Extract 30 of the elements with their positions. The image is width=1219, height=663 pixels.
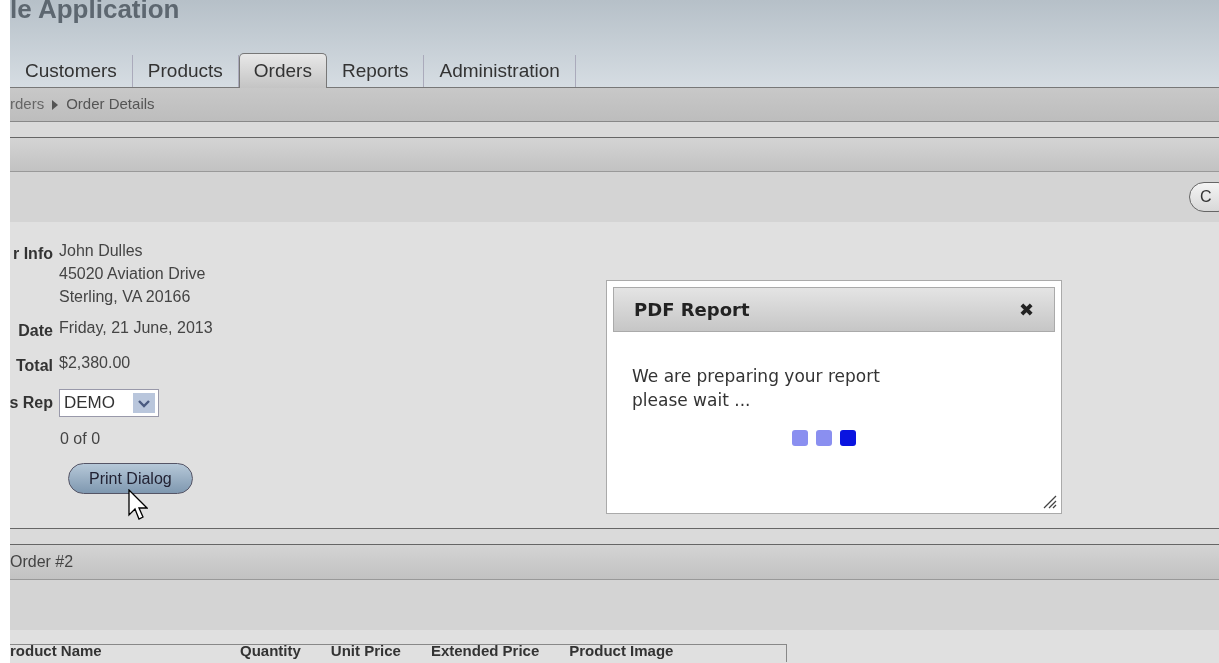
app-title: le Application xyxy=(10,0,180,22)
column-header: Product Image xyxy=(569,640,674,661)
print-dialog-button[interactable]: Print Dialog xyxy=(68,463,193,494)
caret-icon xyxy=(133,393,155,413)
close-button[interactable]: ✖ xyxy=(1019,300,1034,319)
field-label: Total xyxy=(14,356,53,376)
column-header: Extended Price xyxy=(430,640,540,661)
chevron-right-icon xyxy=(52,99,59,110)
column-header: Quantity xyxy=(240,640,301,661)
nav-tab[interactable]: Orders xyxy=(238,53,327,88)
nav-tab[interactable]: Customers xyxy=(10,55,133,87)
column-header: roduct Name xyxy=(10,640,103,661)
toolbar-button[interactable]: C xyxy=(1189,182,1219,212)
field-value: $2,380.00 xyxy=(59,353,131,373)
column-header: Unit Price xyxy=(330,640,401,661)
field-value: Friday, 21 June, 2013 xyxy=(59,318,213,338)
field-value: John Dulles 45020 Aviation Drive Sterling, VA 20166 xyxy=(59,241,206,307)
region-title: Order #2 xyxy=(10,552,74,572)
nav-tab[interactable]: Administration xyxy=(424,55,576,87)
breadcrumb-current: Order Details xyxy=(66,94,155,115)
sales-rep-select[interactable]: DEMO xyxy=(59,389,159,417)
field-label: Date xyxy=(17,321,53,341)
dialog-message: We are preparing your report please wait ... xyxy=(632,365,881,412)
field-label: r Info xyxy=(12,244,53,264)
nav-tab[interactable]: Products xyxy=(132,55,239,87)
dialog-title: PDF Report xyxy=(634,298,750,322)
resize-handle-icon[interactable] xyxy=(1041,493,1057,509)
field-label: s Rep xyxy=(10,393,53,413)
pagination-text: 0 of 0 xyxy=(60,430,101,447)
nav-tab[interactable]: Reports xyxy=(326,55,425,87)
